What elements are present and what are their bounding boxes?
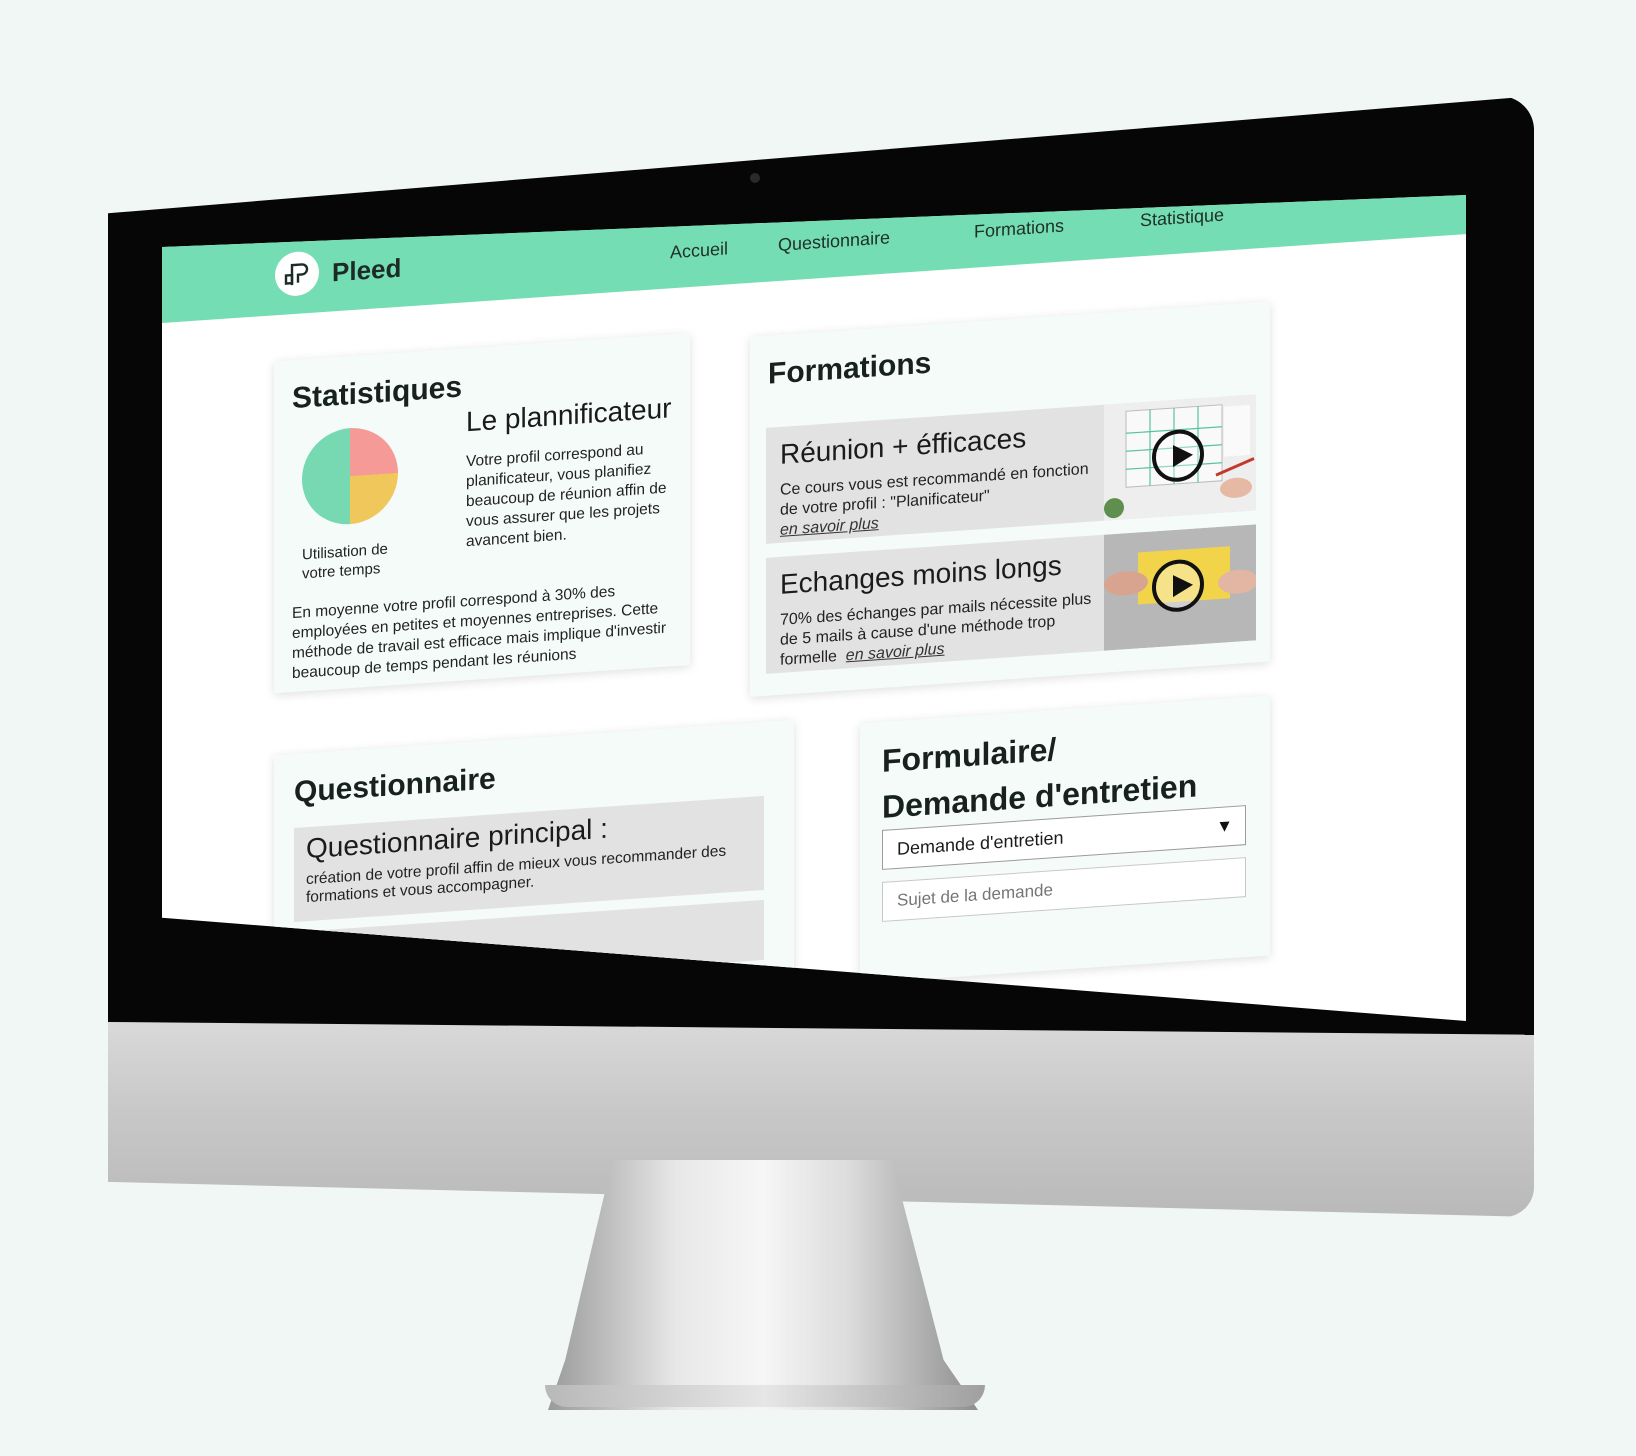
apple-logo-icon bbox=[724, 1078, 788, 1158]
nav-item-questionnaire[interactable]: Questionnaire bbox=[778, 227, 890, 256]
formation-description: Ce cours vous est recommandé en fonction… bbox=[780, 459, 1096, 541]
video-thumbnail[interactable] bbox=[1104, 394, 1256, 521]
formation-item[interactable]: Echanges moins longs 70% des échanges pa… bbox=[766, 524, 1256, 674]
screen: Pleed Accueil Questionnaire Formations S… bbox=[162, 195, 1466, 1021]
nav-item-accueil[interactable]: Accueil bbox=[670, 238, 728, 263]
formations-title: Formations bbox=[768, 346, 932, 391]
formation-title: Réunion + éfficaces bbox=[780, 422, 1027, 470]
video-thumbnail[interactable] bbox=[1104, 524, 1256, 651]
web-page: Pleed Accueil Questionnaire Formations S… bbox=[162, 195, 1466, 1021]
questionnaire-item[interactable]: Questionnaire principal : création de vo… bbox=[294, 795, 764, 923]
questionnaire-title: Questionnaire bbox=[294, 762, 496, 810]
profile-description: Votre profil correspond au planificateur… bbox=[466, 441, 667, 551]
formation-description: 70% des échanges par mails nécessite plu… bbox=[780, 589, 1096, 671]
monitor-stand-base bbox=[545, 1385, 985, 1407]
logo[interactable] bbox=[275, 250, 319, 298]
dropdown-arrow-icon: ▼ bbox=[1216, 815, 1233, 837]
nav-item-formations[interactable]: Formations bbox=[974, 216, 1064, 243]
time-usage-pie-chart bbox=[302, 424, 398, 528]
brand-name[interactable]: Pleed bbox=[332, 253, 401, 289]
formation-title: Echanges moins longs bbox=[780, 549, 1062, 600]
formation-item[interactable]: Réunion + éfficaces Ce cours vous est re… bbox=[766, 394, 1256, 544]
form-card: Formulaire/ Demande d'entretien Demande … bbox=[860, 695, 1270, 984]
statistics-note: En moyenne votre profil correspond à 30%… bbox=[292, 583, 666, 683]
pie-label: Utilisation de votre temps bbox=[302, 540, 388, 583]
nav-item-statistique[interactable]: Statistique bbox=[1140, 205, 1224, 232]
select-value: Demande d'entretien bbox=[897, 827, 1064, 859]
form-title-line1: Formulaire/ bbox=[882, 731, 1057, 779]
formation-learn-more-link[interactable]: en savoir plus bbox=[780, 515, 879, 539]
subject-input[interactable] bbox=[882, 857, 1246, 922]
camera-icon bbox=[750, 173, 760, 183]
formation-learn-more-link[interactable]: en savoir plus bbox=[846, 641, 945, 665]
profile-title: Le plannificateur bbox=[466, 392, 672, 438]
formations-card: Formations Réunion + éfficaces Ce cours … bbox=[750, 301, 1270, 697]
formation-description-text: Ce cours vous est recommandé en fonction… bbox=[780, 460, 1089, 519]
statistics-card: Statistiques Utilisation de votre temps … bbox=[274, 333, 690, 694]
statistics-title: Statistiques bbox=[292, 370, 463, 416]
pleed-logo-icon bbox=[284, 263, 309, 286]
